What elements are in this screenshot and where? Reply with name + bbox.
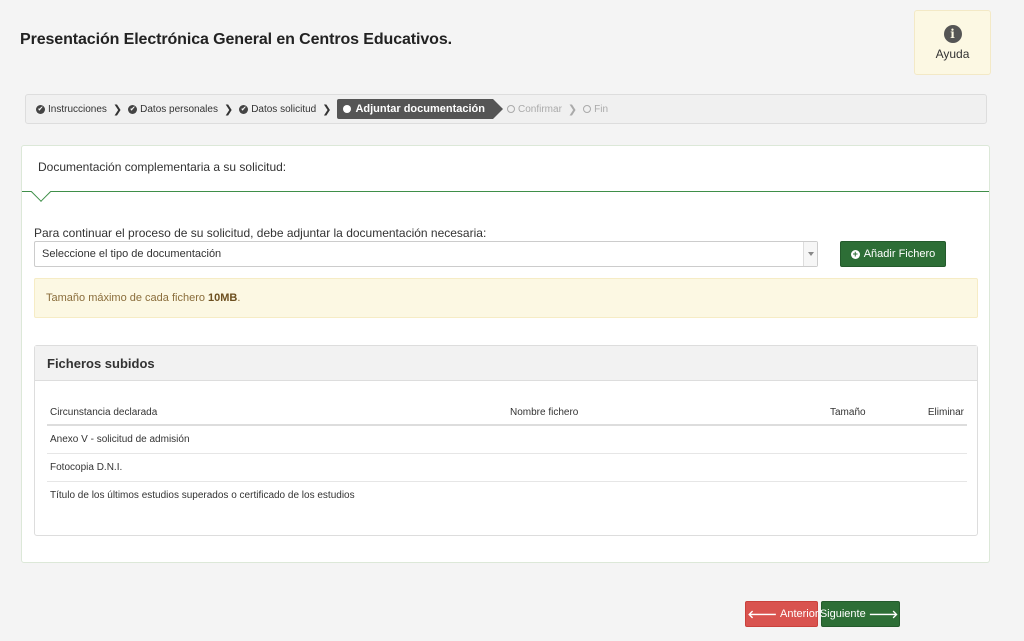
arrow-right-icon: 🡒 (868, 609, 899, 621)
table-row: Fotocopia D.N.I. (47, 453, 967, 482)
check-circle-icon: ✔ (128, 104, 138, 114)
table-cell: Título de los últimos estudios superados… (50, 489, 355, 501)
table-cell (507, 481, 827, 509)
table-cell (868, 425, 967, 454)
add-file-label: Añadir Fichero (863, 248, 936, 260)
add-file-button[interactable]: + Añadir Fichero (840, 241, 946, 267)
wizard-step-datos-solicitud[interactable]: ✔ Datos solicitud (239, 104, 316, 115)
current-step-icon (343, 105, 352, 113)
wizard-step-instrucciones[interactable]: ✔ Instrucciones (36, 104, 107, 115)
wizard-step-fin: Fin (583, 104, 608, 115)
table-cell: Anexo V - solicitud de admisión (47, 425, 507, 454)
select-arrow-icon[interactable] (803, 242, 817, 266)
chevron-right-icon: ❯ (112, 103, 123, 116)
check-circle-icon: ✔ (239, 104, 249, 114)
plus-circle-icon: + (850, 248, 860, 259)
table-cell (507, 453, 827, 482)
help-label: Ayuda (935, 46, 970, 61)
info-icon: i (943, 24, 962, 43)
table-header-row: Circunstancia declarada Nombre fichero T… (47, 406, 967, 426)
wizard-step-label: Fin (594, 103, 609, 115)
wizard-step-label: Confirmar (518, 103, 562, 115)
wizard-breadcrumb: ✔ Instrucciones ❯ ✔ Datos personales ❯ ✔… (25, 94, 987, 124)
next-label: Siguiente (819, 608, 866, 620)
alert-suffix: . (237, 292, 241, 304)
column-header-nombre: Nombre fichero (507, 406, 827, 426)
panel-title: Documentación complementaria a su solici… (38, 160, 287, 174)
uploaded-files-panel: Ficheros subidos Circunstancia declarada… (34, 345, 978, 536)
document-type-select[interactable]: Seleccione el tipo de documentación (34, 241, 818, 267)
wizard-step-label: Datos solicitud (251, 103, 317, 115)
wizard-step-confirmar: Confirmar (507, 104, 562, 115)
table-cell (827, 453, 869, 482)
table-cell (827, 425, 869, 454)
table-cell: Fotocopia D.N.I. (47, 453, 507, 482)
documentation-panel: Documentación complementaria a su solici… (21, 145, 990, 563)
wizard-step-label: Adjuntar documentación (355, 103, 485, 115)
document-type-value: Seleccione el tipo de documentación (42, 248, 222, 260)
table-cell (868, 453, 967, 482)
chevron-right-icon: ❯ (223, 103, 234, 116)
column-header-tamano: Tamaño (827, 406, 869, 426)
panel-header: Documentación complementaria a su solici… (22, 146, 989, 202)
table-row: Título de los últimos estudios superados… (47, 481, 967, 509)
column-header-circunstancia: Circunstancia declarada (47, 406, 507, 426)
arrow-left-icon: 🡐 (747, 609, 777, 621)
check-circle-icon: ✔ (36, 104, 45, 114)
max-size-alert: Tamaño máximo de cada fichero 10MB. (34, 278, 978, 318)
circle-outline-icon (507, 105, 515, 113)
table-cell (507, 425, 827, 454)
help-button[interactable]: i Ayuda (914, 10, 991, 75)
chevron-right-icon: ❯ (322, 103, 332, 116)
previous-button[interactable]: 🡐 Anterior (745, 601, 819, 627)
panel-notch (31, 182, 51, 202)
wizard-step-label: Datos personales (140, 103, 218, 115)
table-row: Anexo V - solicitud de admisión (47, 425, 967, 454)
uploaded-files-table: Circunstancia declarada Nombre fichero T… (47, 406, 967, 509)
page-title: Presentación Electrónica General en Cent… (20, 31, 452, 48)
next-button[interactable]: Siguiente 🡒 (819, 601, 900, 627)
wizard-step-datos-personales[interactable]: ✔ Datos personales (128, 104, 218, 115)
wizard-step-adjuntar-documentacion: Adjuntar documentación (337, 99, 503, 119)
chevron-right-icon: ❯ (567, 103, 578, 116)
previous-label: Anterior (779, 608, 819, 620)
alert-text: Tamaño máximo de cada fichero (46, 292, 209, 304)
table-cell (827, 481, 869, 509)
uploaded-files-title: Ficheros subidos (35, 346, 977, 381)
column-header-eliminar: Eliminar (868, 406, 967, 426)
wizard-step-label: Instrucciones (48, 103, 107, 115)
table-cell (869, 481, 967, 509)
instructions-text: Para continuar el proceso de su solicitu… (34, 226, 487, 240)
circle-outline-icon (583, 105, 592, 113)
alert-size: 10MB (208, 292, 238, 304)
